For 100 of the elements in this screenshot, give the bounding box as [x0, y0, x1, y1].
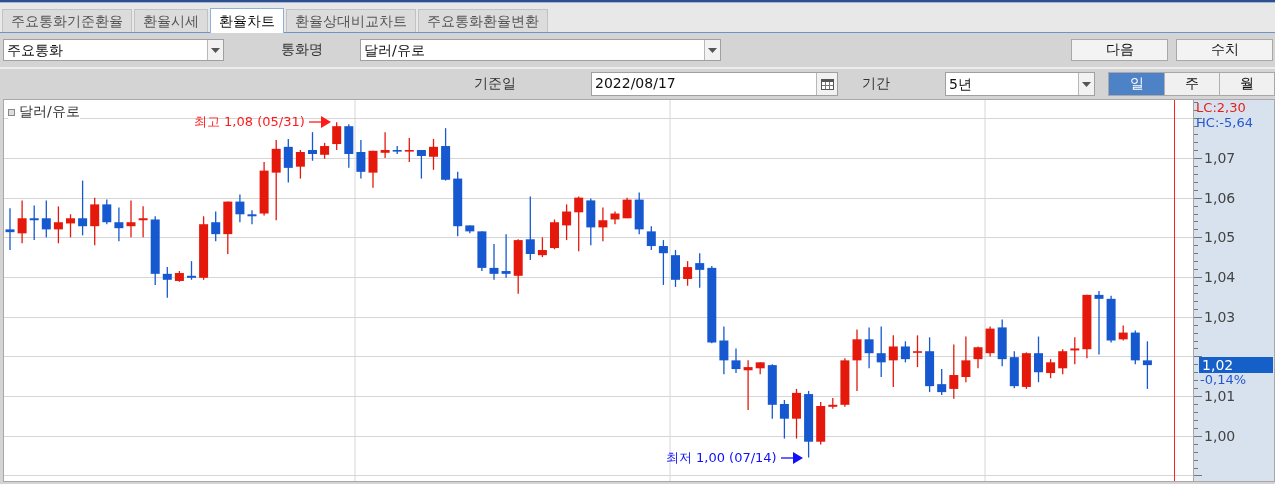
- candlestick: [5, 207, 15, 251]
- axis-label: 1,00: [1204, 426, 1236, 445]
- candlestick: [501, 233, 511, 279]
- legend-square-icon: [8, 108, 15, 116]
- high-price-label: 최고 1,08 (05/31): [193, 113, 305, 132]
- candlestick: [102, 198, 112, 225]
- candlestick: [489, 243, 499, 281]
- candlestick: [949, 343, 959, 400]
- candlestick: [852, 328, 862, 392]
- candlestick: [404, 137, 414, 163]
- hc-value: HC:-5,64: [1196, 115, 1253, 130]
- interval-tab[interactable]: 주: [1164, 73, 1219, 95]
- candlestick: [295, 149, 305, 180]
- candlestick: [755, 361, 765, 375]
- candlestick: [1142, 340, 1152, 390]
- tab[interactable]: 환율상대비교차트: [286, 9, 416, 32]
- legend-label: 달러/유로: [19, 103, 80, 121]
- candlestick: [876, 325, 886, 378]
- candlestick: [356, 139, 366, 180]
- group-select[interactable]: 주요통화: [3, 39, 224, 61]
- candlestick: [792, 388, 801, 440]
- tab[interactable]: 환율시세: [134, 9, 208, 32]
- candlestick: [695, 252, 705, 289]
- candlestick: [646, 225, 656, 251]
- candlestick: [429, 138, 438, 171]
- axis-label: 1,03: [1204, 307, 1236, 326]
- candlestick: [610, 210, 620, 225]
- tab[interactable]: 주요통화기준환율: [2, 9, 132, 32]
- calendar-icon: [820, 78, 834, 90]
- axis-label: 1,01: [1204, 387, 1236, 406]
- arrow-icon: [780, 451, 803, 464]
- candlestick: [961, 335, 971, 383]
- candlestick: [997, 318, 1007, 367]
- axis-label: 1,05: [1204, 228, 1236, 247]
- field-label: 기준일: [473, 75, 516, 93]
- candlestick: [779, 399, 789, 440]
- lc-value: LC:2,30: [1196, 100, 1246, 115]
- candlestick: [985, 325, 995, 358]
- caret-icon: [211, 47, 220, 53]
- candlestick: [767, 363, 777, 420]
- candlestick: [283, 138, 293, 184]
- caret-icon: [1082, 81, 1091, 87]
- arrow-icon: [308, 116, 331, 129]
- candlestick: [162, 266, 172, 299]
- candlestick: [671, 249, 680, 288]
- axis-label: 1,04: [1204, 268, 1236, 286]
- candlestick: [513, 238, 523, 295]
- candlestick: [683, 260, 693, 287]
- date-field[interactable]: 2022/08/17: [591, 72, 838, 96]
- candlestick: [211, 210, 221, 242]
- candlestick: [1070, 336, 1080, 365]
- candlestick: [913, 334, 922, 368]
- action-button[interactable]: 수치: [1176, 39, 1273, 61]
- candlestick: [634, 191, 644, 235]
- candlestick: [900, 340, 910, 363]
- candlestick: [816, 401, 826, 446]
- candlestick: [937, 368, 947, 396]
- candlestick: [864, 326, 874, 369]
- candlestick: [332, 121, 342, 151]
- candlestick: [1106, 295, 1116, 344]
- candlestick: [1046, 358, 1056, 379]
- candlestick: [1118, 324, 1128, 342]
- tab[interactable]: 환율차트: [210, 8, 284, 33]
- candlestick: [1009, 350, 1019, 389]
- axis-label: 1,06: [1204, 188, 1236, 207]
- candlestick: [29, 204, 39, 241]
- interval-tab[interactable]: 일: [1109, 73, 1164, 95]
- candlestick: [1094, 290, 1104, 356]
- field-label: 기간: [862, 75, 891, 93]
- candlestick: [259, 161, 269, 217]
- period-select[interactable]: 5년: [945, 72, 1095, 96]
- candlestick: [973, 345, 983, 369]
- dropdown-button[interactable]: [704, 40, 720, 60]
- candlestick: [598, 206, 608, 242]
- tab[interactable]: 주요통화환율변환: [418, 9, 548, 32]
- candlestick: [1058, 348, 1068, 375]
- dropdown-button[interactable]: [1078, 73, 1094, 95]
- caret-icon: [708, 47, 717, 53]
- candlestick: [550, 218, 559, 250]
- calendar-button[interactable]: [816, 73, 837, 95]
- candlestick: [223, 200, 233, 255]
- candlestick: [126, 199, 136, 238]
- dropdown-button[interactable]: [207, 40, 223, 60]
- candlestick: [1082, 294, 1092, 359]
- change-label: -0,14%: [1200, 372, 1247, 388]
- candlestick: [66, 213, 75, 238]
- candlestick: [1130, 329, 1140, 365]
- interval-tab[interactable]: 월: [1219, 73, 1274, 95]
- candlestick: [1034, 335, 1043, 383]
- current-price-label: 1,02: [1199, 357, 1273, 374]
- candlestick: [1021, 351, 1031, 390]
- field-label: 통화명: [281, 41, 324, 59]
- candlestick: [731, 347, 741, 374]
- action-button[interactable]: 다음: [1071, 39, 1168, 61]
- candlestick: [828, 397, 838, 410]
- low-price-label: 최저 1,00 (07/14): [665, 448, 777, 467]
- currency-select[interactable]: 달러/유로: [360, 39, 721, 61]
- axis-label: 1,07: [1204, 148, 1236, 167]
- candlestick: [416, 149, 426, 180]
- candlestick: [622, 197, 632, 219]
